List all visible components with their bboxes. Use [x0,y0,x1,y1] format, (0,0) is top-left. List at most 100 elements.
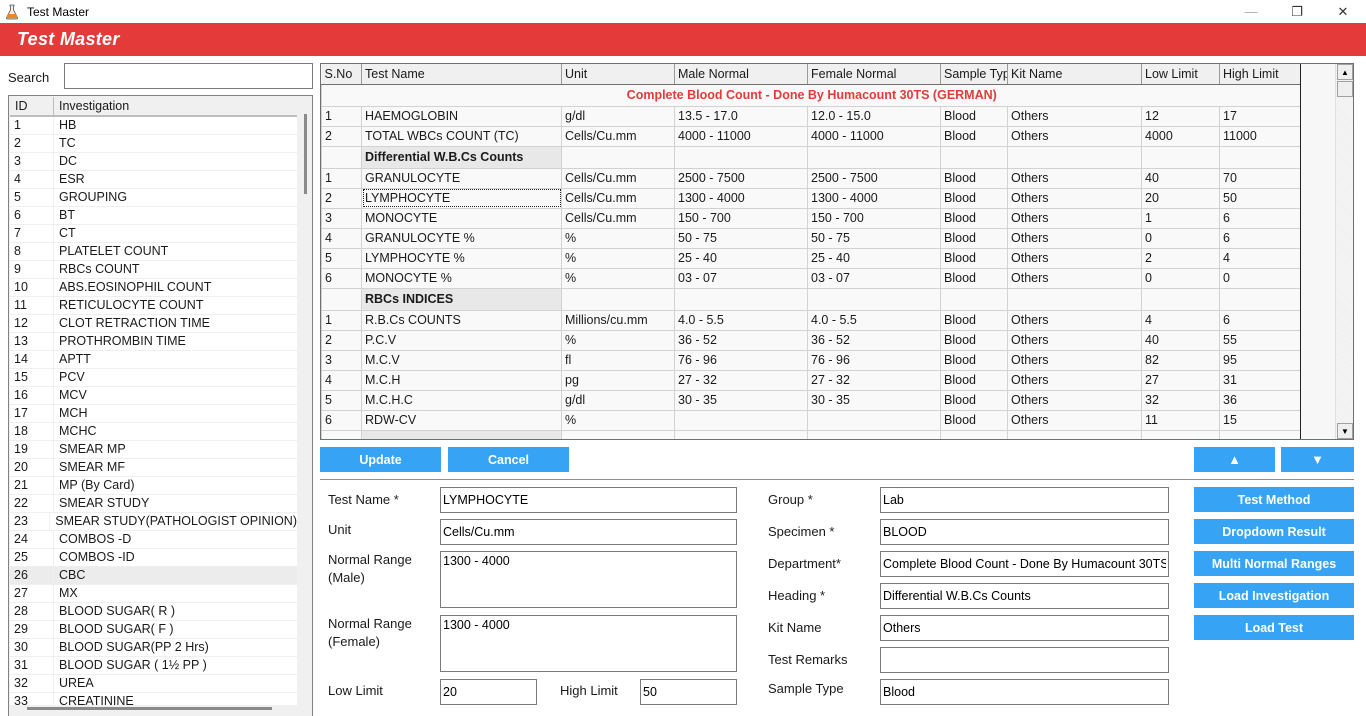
table-row[interactable]: 5 LYMPHOCYTE %% 25 - 40 25 - 40 Blood Others 2… [321,248,1300,269]
investigation-row[interactable]: 19 SMEAR MP [10,441,297,459]
cancel-button[interactable]: Cancel [448,447,569,472]
table-row[interactable]: 4 M.C.H pg 27 - 32 27 - 32 Blood Others 27 31 [321,370,1300,391]
cell-unit[interactable]: % [561,228,675,249]
cell-female-normal[interactable]: 36 - 52 [807,330,941,351]
cell-sample-type[interactable]: Blood [940,188,1008,209]
cell-test-name[interactable]: M.C.V [361,350,562,371]
cell-male-normal[interactable]: 50 - 75 [674,228,808,249]
cell-test-name[interactable]: MONOCYTE [361,208,562,229]
cell-female-normal[interactable]: 25 - 40 [807,248,941,269]
cell-female-normal[interactable]: 1300 - 4000 [807,188,941,209]
unit-input[interactable] [440,519,737,545]
cell-test-name[interactable]: TOTAL WBCs COUNT (TC) [361,126,562,147]
investigation-row[interactable]: 28 BLOOD SUGAR( R ) [10,603,297,621]
cell-male-normal[interactable]: 76 - 96 [674,350,808,371]
cell-test-name[interactable]: GRANULOCYTE % [361,228,562,249]
cell-low-limit[interactable]: 4 [1141,310,1220,331]
table-row[interactable]: 3 MONOCYTE Cells/Cu.mm 150 - 700 150 - 700 Bl… [321,208,1300,229]
cell-sample-type[interactable]: Blood [940,106,1008,127]
cell-kit-name[interactable]: Others [1007,248,1142,269]
table-row[interactable]: 2 TOTAL WBCs COUNT (TC) Cells/Cu.mm 4000 - … [321,126,1300,147]
cell-low-limit[interactable]: 20 [1141,188,1220,209]
table-row[interactable]: 3 M.C.V fl 76 - 96 76 - 96 Blood Others 82 95 [321,350,1300,371]
column-header-female-normal[interactable]: Female Normal [807,64,941,85]
cell-low-limit[interactable]: 0 [1141,268,1220,289]
column-header-male-normal[interactable]: Male Normal [674,64,808,85]
investigation-row[interactable]: 10 ABS.EOSINOPHIL COUNT [10,279,297,297]
cell-sno[interactable]: 2 [321,330,362,351]
table-row[interactable]: 6 RDW-CV% Blood Others 11 15 [321,410,1300,431]
investigation-row[interactable]: 23 SMEAR STUDY(PATHOLOGIST OPINION) [10,513,297,531]
search-input[interactable] [64,63,313,89]
investigation-row[interactable]: 3 DC [10,153,297,171]
test-method-button[interactable]: Test Method [1194,487,1354,512]
cell-high-limit[interactable]: 15 [1219,410,1300,431]
table-row[interactable]: 6 MONOCYTE %% 03 - 07 03 - 07 Blood Others 0 0 [321,268,1300,289]
grid-vertical-scrollbar[interactable]: ▲ ▼ [1335,64,1353,439]
heading-row[interactable]: RBCs INDICES [321,288,1300,311]
table-row[interactable]: 2 LYMPHOCYTE Cells/Cu.mm 1300 - 4000 1300 - … [321,188,1300,209]
update-button[interactable]: Update [320,447,441,472]
low-limit-input[interactable] [440,679,537,705]
cell-female-normal[interactable]: 4.0 - 5.5 [807,310,941,331]
heading-row[interactable] [321,430,1300,439]
investigation-row[interactable]: 16 MCV [10,387,297,405]
cell-sno[interactable]: 6 [321,410,362,431]
department-row[interactable]: Complete Blood Count - Done By Humacount… [321,84,1300,107]
investigation-row[interactable]: 17 MCH [10,405,297,423]
investigation-row[interactable]: 21 MP (By Card) [10,477,297,495]
cell-sno[interactable]: 4 [321,370,362,391]
cell-female-normal[interactable]: 27 - 32 [807,370,941,391]
investigation-row[interactable]: 5 GROUPING [10,189,297,207]
minimize-button[interactable]: — [1228,0,1274,23]
cell-sample-type[interactable]: Blood [940,310,1008,331]
department-input[interactable] [880,551,1169,577]
move-down-button[interactable]: ▼ [1281,447,1354,472]
investigation-row[interactable]: 14 APTT [10,351,297,369]
cell-kit-name[interactable]: Others [1007,168,1142,189]
cell-sno[interactable]: 3 [321,350,362,371]
cell-male-normal[interactable] [674,410,808,431]
cell-test-name[interactable]: LYMPHOCYTE [361,188,562,209]
cell-high-limit[interactable]: 50 [1219,188,1300,209]
cell-kit-name[interactable]: Others [1007,268,1142,289]
cell-unit[interactable]: Cells/Cu.mm [561,188,675,209]
scroll-down-button[interactable]: ▼ [1337,423,1353,439]
investigation-list[interactable]: ID Investigation 1 HB 2 TC 3 DC 4 ESR 5 GROUPING 6… [8,95,313,716]
cell-high-limit[interactable]: 95 [1219,350,1300,371]
cell-kit-name[interactable]: Others [1007,390,1142,411]
investigation-row[interactable]: 32 UREA [10,675,297,693]
sample-type-input[interactable] [880,679,1169,705]
cell-test-name[interactable]: RDW-CV [361,410,562,431]
cell-unit[interactable]: % [561,268,675,289]
investigation-row[interactable]: 25 COMBOS -ID [10,549,297,567]
cell-female-normal[interactable]: 2500 - 7500 [807,168,941,189]
cell-unit[interactable]: Millions/cu.mm [561,310,675,331]
cell-male-normal[interactable]: 03 - 07 [674,268,808,289]
cell-unit[interactable]: fl [561,350,675,371]
cell-male-normal[interactable]: 4000 - 11000 [674,126,808,147]
cell-kit-name[interactable]: Others [1007,188,1142,209]
cell-sno[interactable]: 1 [321,310,362,331]
cell-sno[interactable]: 5 [321,248,362,269]
column-header-kit-name[interactable]: Kit Name [1007,64,1142,85]
cell-male-normal[interactable]: 27 - 32 [674,370,808,391]
cell-kit-name[interactable]: Others [1007,410,1142,431]
cell-low-limit[interactable]: 0 [1141,228,1220,249]
group-input[interactable] [880,487,1169,513]
cell-female-normal[interactable]: 03 - 07 [807,268,941,289]
table-row[interactable]: 5 M.C.H.C g/dl 30 - 35 30 - 35 Blood Others 32 3… [321,390,1300,411]
cell-kit-name[interactable]: Others [1007,228,1142,249]
cell-high-limit[interactable]: 11000 [1219,126,1300,147]
test-name-input[interactable] [440,487,737,513]
dropdown-result-button[interactable]: Dropdown Result [1194,519,1354,544]
cell-high-limit[interactable]: 6 [1219,208,1300,229]
cell-low-limit[interactable]: 27 [1141,370,1220,391]
cell-female-normal[interactable]: 50 - 75 [807,228,941,249]
investigation-row[interactable]: 26 CBC [10,567,297,585]
cell-test-name[interactable]: HAEMOGLOBIN [361,106,562,127]
cell-high-limit[interactable]: 0 [1219,268,1300,289]
investigation-row[interactable]: 12 CLOT RETRACTION TIME [10,315,297,333]
investigation-row[interactable]: 22 SMEAR STUDY [10,495,297,513]
cell-male-normal[interactable]: 25 - 40 [674,248,808,269]
